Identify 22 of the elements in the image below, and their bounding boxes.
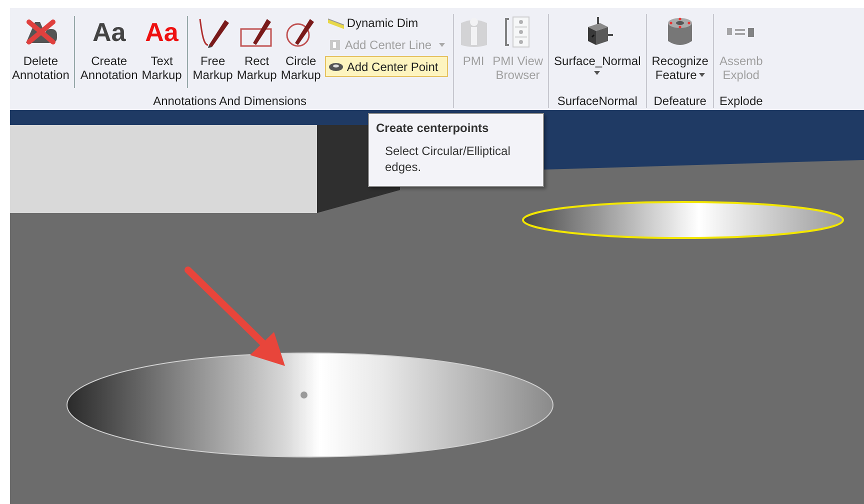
ribbon-button[interactable]: Aa Text Markup <box>140 12 184 92</box>
group-label: SurfaceNormal <box>557 94 638 108</box>
group-label: Annotations And Dimensions <box>153 94 306 108</box>
ribbon-button[interactable]: Rect Markup <box>234 12 279 92</box>
center-point <box>300 392 308 398</box>
ribbon-small-button[interactable]: Dynamic Dim <box>324 12 448 33</box>
group-label: Defeature <box>654 94 706 108</box>
ruler-icon <box>328 16 344 28</box>
text-icon: Aa <box>92 19 126 45</box>
ribbon-button[interactable]: Circle Markup <box>278 12 323 92</box>
ribbon-button[interactable]: Aa Create Annotation <box>78 12 140 92</box>
tooltip-title: Create centerpoints <box>376 121 490 135</box>
disc-icon <box>328 60 344 72</box>
ribbon-small-button[interactable]: Add Center Point <box>324 56 448 77</box>
text-icon: Aa <box>145 19 178 45</box>
ribbon-button[interactable]: Surface_Normal <box>552 12 643 92</box>
block-icon <box>328 38 342 52</box>
ribbon-button[interactable]: Recognize Feature <box>650 12 710 92</box>
tooltip-text: Select Circular/Elliptical edges. <box>384 143 512 176</box>
group-label: Explode <box>719 94 763 108</box>
ribbon-button[interactable]: Delete Annotation <box>10 12 72 92</box>
ribbon-button[interactable]: Free Markup <box>190 12 235 92</box>
